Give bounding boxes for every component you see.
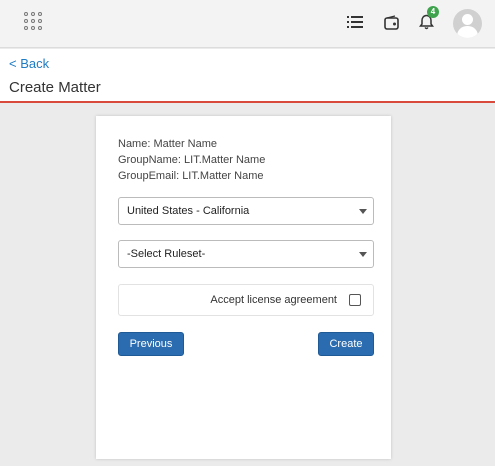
create-matter-card: Name: Matter Name GroupName: LIT.Matter … <box>96 116 391 459</box>
matter-name-text: Name: Matter Name <box>118 138 218 150</box>
page-title: Create Matter <box>9 79 101 96</box>
chevron-down-icon <box>359 209 367 214</box>
apps-grid-icon[interactable] <box>24 12 44 32</box>
jurisdiction-select-value: United States - California <box>127 205 250 217</box>
wallet-icon[interactable] <box>382 13 400 31</box>
create-button[interactable]: Create <box>318 332 374 356</box>
group-name-text: GroupName: LIT.Matter Name <box>118 154 266 166</box>
top-bar: 4 <box>0 0 495 48</box>
back-link[interactable]: < Back <box>9 56 49 71</box>
license-agreement-label: Accept license agreement <box>210 294 337 306</box>
list-icon[interactable] <box>346 13 364 31</box>
notification-badge: 4 <box>427 6 439 18</box>
user-avatar-icon[interactable] <box>453 9 482 38</box>
license-agreement-box: Accept license agreement <box>118 284 374 316</box>
previous-button[interactable]: Previous <box>118 332 184 356</box>
jurisdiction-select[interactable]: United States - California <box>118 197 374 225</box>
license-agreement-checkbox[interactable] <box>349 294 361 306</box>
chevron-down-icon <box>359 252 367 257</box>
group-email-text: GroupEmail: LIT.Matter Name <box>118 170 264 182</box>
ruleset-select-value: -Select Ruleset- <box>127 248 206 260</box>
ruleset-select[interactable]: -Select Ruleset- <box>118 240 374 268</box>
matter-info: Name: Matter Name GroupName: LIT.Matter … <box>118 136 265 184</box>
